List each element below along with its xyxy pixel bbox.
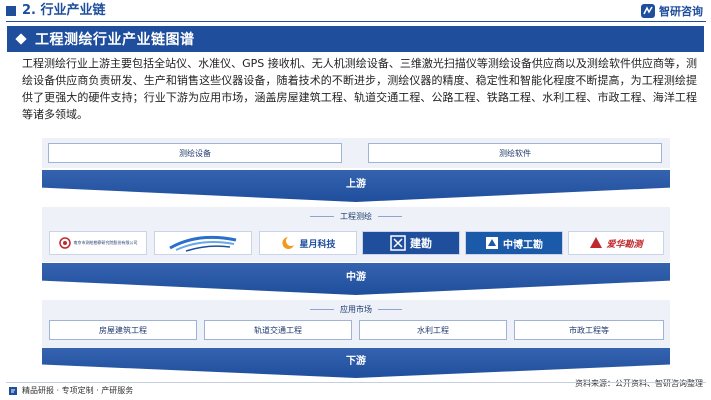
source-note: 资料来源：公开资料、智研咨询整理 [575, 379, 703, 388]
logo-jiankan-text: 建勘 [410, 237, 432, 250]
brand-logo: 智研咨询 [641, 3, 703, 19]
brand-name: 智研咨询 [659, 5, 703, 18]
description-text: 工程测绘行业上游主要包括全站仪、水准仪、GPS 接收机、无人机测绘设备、三维激光… [22, 57, 697, 121]
diamond-icon [15, 33, 27, 45]
logo-xingyue-text: 星月科技 [299, 239, 336, 250]
downstream-band: 下游 [42, 348, 670, 378]
section-heading: 2. 行业产业链 [22, 3, 106, 18]
aihua-logo-icon [590, 237, 603, 248]
xingyue-logo-icon [282, 237, 295, 249]
downstream-item-municipal: 市政工程等 [514, 320, 664, 340]
logo-jiankan: 建勘 [362, 231, 460, 255]
footer-tagline-text: 精品研报 · 专项定制 · 产研服务 [22, 386, 134, 395]
downstream-item-building: 房屋建筑工程 [49, 320, 197, 340]
chart-title: 工程测绘行业产业链图谱 [35, 32, 195, 48]
logo-nanjing-survey: 南京市测绘勘察研究院股份有限公司 [49, 231, 147, 255]
brand-icon [641, 4, 655, 18]
midstream-label: 工程测绘 [42, 209, 670, 223]
header-divider [6, 21, 706, 22]
header-square-icon [6, 6, 16, 16]
logo-aihua: 爱华勘测 [568, 231, 664, 255]
midstream-label-text: 工程测绘 [340, 211, 372, 221]
nanjing-survey-logo-icon [58, 237, 71, 249]
chart-title-bar: 工程测绘行业产业链图谱 [7, 26, 704, 52]
logo-zhongbo: 中博工勘 [465, 231, 563, 255]
jiankan-logo-icon [390, 235, 406, 251]
downstream-label-text: 应用市场 [340, 304, 372, 314]
upstream-item-equipment: 测绘设备 [48, 143, 342, 163]
downstream-item-water: 水利工程 [359, 320, 507, 340]
logo-nanjing-text: 南京市测绘勘察研究院股份有限公司 [73, 240, 138, 245]
midstream-band: 中游 [42, 263, 670, 295]
zhongbo-logo-icon [486, 237, 498, 249]
upstream-item-software: 测绘软件 [368, 143, 662, 163]
upstream-band: 上游 [42, 170, 670, 202]
footer-tagline: 精品研报 · 专项定制 · 产研服务 [8, 385, 133, 396]
logo-aihua-text: 爱华勘测 [606, 239, 643, 250]
downstream-item-rail: 轨道交通工程 [204, 320, 352, 340]
report-icon [9, 386, 17, 395]
logo-xingyue: 星月科技 [259, 231, 357, 255]
swoosh-logo-icon [169, 235, 237, 252]
footer-divider [6, 382, 706, 383]
logo-swoosh [154, 231, 252, 255]
downstream-label: 应用市场 [42, 302, 670, 316]
logo-zhongbo-text: 中博工勘 [503, 239, 543, 251]
